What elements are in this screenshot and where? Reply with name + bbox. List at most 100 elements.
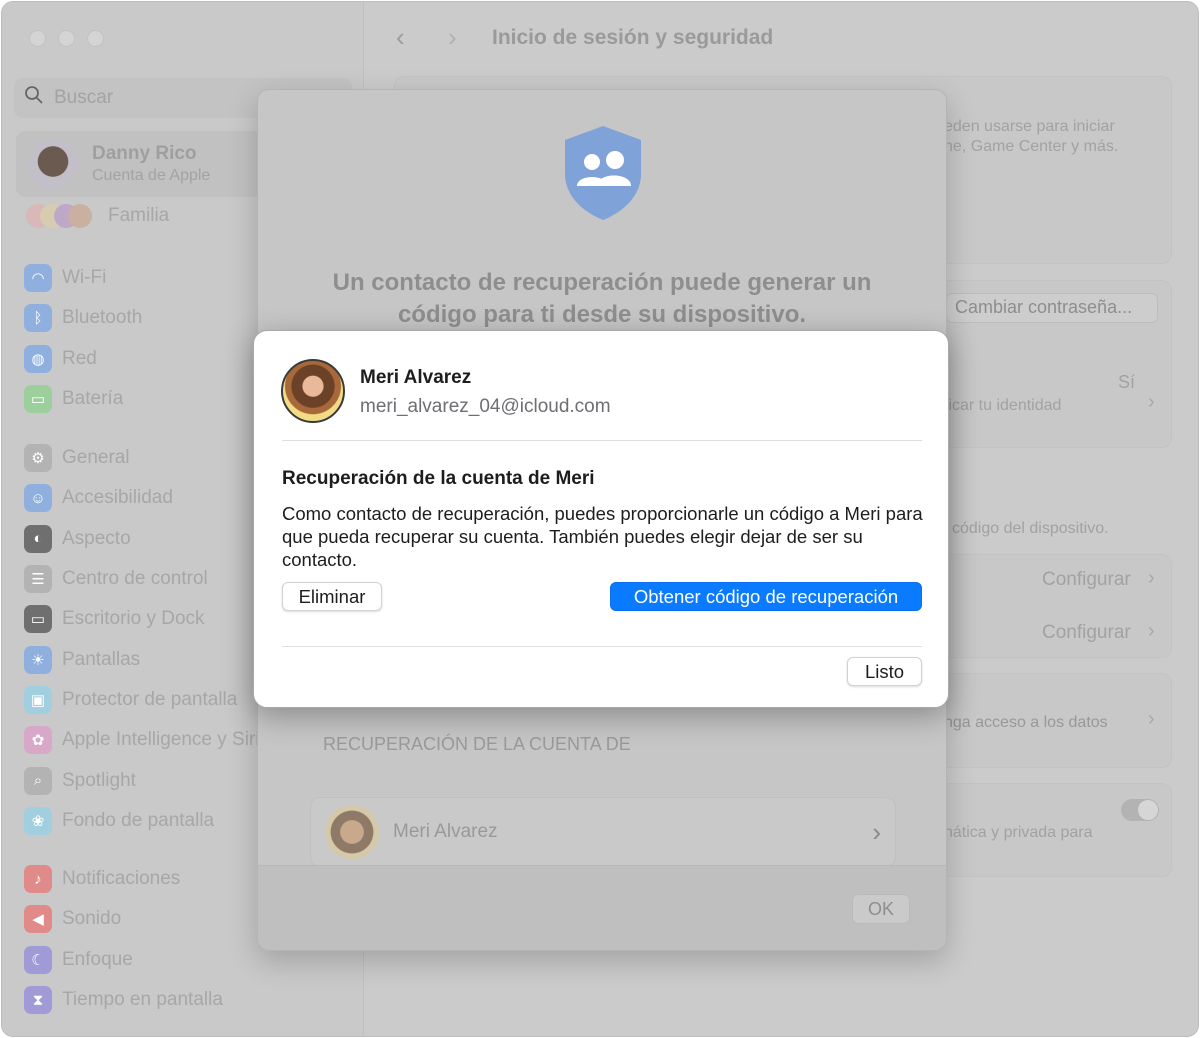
sidebar-item-fondo-de-pantalla[interactable]: ❀ Fondo de pantalla (24, 801, 260, 841)
minimize-window-button[interactable] (58, 30, 75, 47)
sun-icon: ☀ (24, 645, 52, 674)
avatar (281, 359, 345, 423)
divider (282, 440, 922, 441)
remove-button[interactable]: Eliminar (282, 582, 382, 611)
bg-text: l código del dispositivo. (944, 520, 1109, 537)
flower-icon: ❀ (24, 806, 52, 835)
sidebar-item-label: Wi-Fi (62, 267, 107, 289)
sidebar-item-apple-intelligence-y-siri[interactable]: ✿ Apple Intelligence y Siri (24, 720, 260, 760)
search-placeholder: Buscar (54, 87, 114, 108)
sidebar-item-spotlight[interactable]: ⌕ Spotlight (24, 760, 260, 800)
dock-icon: ▭ (24, 605, 52, 634)
sidebar-item-label: Enfoque (62, 948, 133, 970)
bg-text: ne, Game Center y más. (944, 138, 1119, 155)
sheet-heading: Un contacto de recuperación puede genera… (258, 267, 946, 331)
sidebar-item-label: Apple Intelligence y Siri (62, 729, 260, 751)
globe-icon: ◍ (24, 344, 52, 373)
close-window-button[interactable] (29, 30, 46, 47)
screensaver-icon: ▣ (24, 685, 52, 714)
sidebar-item-label: Batería (62, 388, 124, 410)
appearance-icon: ◐ (24, 524, 52, 553)
sidebar-item-enfoque[interactable]: ☾ Enfoque (24, 940, 223, 980)
toggle-switch[interactable] (1121, 799, 1159, 821)
sidebar-item-sonido[interactable]: ◀ Sonido (24, 899, 223, 939)
contact-name: Meri Alvarez (393, 821, 498, 842)
wifi-icon: ◠ (24, 264, 52, 293)
sidebar-item-label: Centro de control (62, 568, 208, 590)
page-title: Inicio de sesión y seguridad (492, 26, 774, 49)
sidebar-item-label: Notificaciones (62, 868, 181, 890)
family-avatars-icon (26, 204, 92, 228)
change-password-button[interactable]: Cambiar contraseña... (946, 293, 1158, 323)
dialog-body: Como contacto de recuperación, puedes pr… (282, 503, 923, 570)
siri-icon: ✿ (24, 726, 52, 755)
configure-button[interactable]: Configurar (1042, 569, 1131, 591)
sidebar-item-label: Protector de pantalla (62, 688, 238, 710)
sidebar-item-label: Accesibilidad (62, 487, 173, 509)
sidebar-item-tiempo-en-pantalla[interactable]: ⧗ Tiempo en pantalla (24, 980, 223, 1020)
sidebar-item-pantallas[interactable]: ☀ Pantallas (24, 639, 260, 679)
sidebar-item-label: Bluetooth (62, 307, 143, 329)
shield-people-icon (563, 124, 643, 227)
forward-button[interactable]: › (448, 22, 457, 53)
get-recovery-code-button[interactable]: Obtener código de recuperación (610, 582, 922, 611)
sidebar-item-label: Sonido (62, 908, 122, 930)
sidebar-item-escritorio-y-dock[interactable]: ▭ Escritorio y Dock (24, 599, 260, 639)
recovery-contact-dialog: Meri Alvarez meri_alvarez_04@icloud.com … (253, 330, 949, 708)
sheet-footer: OK (258, 865, 946, 950)
chevron-right-icon: › (1148, 567, 1155, 589)
zoom-window-button[interactable] (87, 30, 104, 47)
sidebar-item-label: Fondo de pantalla (62, 809, 215, 831)
sidebar-item-bater-a[interactable]: ▭ Batería (24, 379, 142, 419)
bg-text: nática y privada para (944, 824, 1093, 841)
avatar (325, 805, 379, 859)
configure-button[interactable]: Configurar (1042, 622, 1131, 644)
sidebar-item-label: Pantallas (62, 648, 141, 670)
account-name: Danny Rico (92, 143, 197, 164)
search-icon: ⌕ (24, 766, 52, 795)
divider (282, 646, 922, 647)
chevron-right-icon: › (1148, 708, 1155, 730)
sidebar-item-aspecto[interactable]: ◐ Aspecto (24, 519, 260, 559)
sidebar-item-general[interactable]: ⚙ General (24, 438, 260, 478)
sidebar-item-red[interactable]: ◍ Red (24, 339, 142, 379)
chevron-right-icon: › (872, 816, 881, 847)
bell-icon: ♪ (24, 865, 52, 894)
gear-icon: ⚙ (24, 444, 52, 473)
sidebar-item-protector-de-pantalla[interactable]: ▣ Protector de pantalla (24, 680, 260, 720)
sidebar-item-label: Aspecto (62, 527, 131, 549)
sidebar-item-notificaciones[interactable]: ♪ Notificaciones (24, 859, 223, 899)
contact-email: meri_alvarez_04@icloud.com (360, 396, 611, 417)
chevron-right-icon: › (1148, 391, 1155, 413)
recovery-contact-row[interactable]: Meri Alvarez › (310, 797, 896, 867)
accessibility-icon: ☺ (24, 484, 52, 513)
contact-name: Meri Alvarez (360, 367, 472, 388)
sidebar-item-centro-de-control[interactable]: ☰ Centro de control (24, 559, 260, 599)
family-label: Familia (108, 205, 170, 226)
sidebar-group-network: ◠ Wi-Fi ᛒ Bluetooth ◍ Red ▭ Batería (24, 258, 142, 419)
sidebar-item-label: General (62, 447, 130, 469)
battery-icon: ▭ (24, 385, 52, 414)
sidebar-group-system: ⚙ General ☺ Accesibilidad ◐ Aspecto ☰ Centro de… (24, 438, 260, 841)
done-button[interactable]: Listo (847, 657, 922, 686)
bg-text: Sí (1118, 372, 1136, 392)
avatar (28, 139, 78, 189)
bluetooth-icon: ᛒ (24, 304, 52, 333)
chevron-right-icon: › (1148, 620, 1155, 642)
back-button[interactable]: ‹ (396, 22, 405, 53)
sidebar-item-wi-fi[interactable]: ◠ Wi-Fi (24, 258, 142, 298)
search-icon (24, 85, 44, 111)
heading-line: código para ti desde su dispositivo. (397, 301, 807, 328)
sidebar-item-accesibilidad[interactable]: ☺ Accesibilidad (24, 478, 260, 518)
moon-icon: ☾ (24, 945, 52, 974)
account-subtitle: Cuenta de Apple (92, 167, 211, 184)
section-header: RECUPERACIÓN DE LA CUENTA DE (323, 734, 631, 754)
bg-text: eden usarse para iniciar (944, 118, 1115, 135)
ok-button[interactable]: OK (852, 894, 910, 924)
dialog-heading: Recuperación de la cuenta de Meri (282, 468, 595, 489)
sidebar-item-label: Spotlight (62, 769, 136, 791)
sidebar-item-bluetooth[interactable]: ᛒ Bluetooth (24, 298, 142, 338)
bg-text: ficar tu identidad (944, 397, 1062, 414)
speaker-icon: ◀ (24, 905, 52, 934)
sidebar-item-family[interactable]: Familia (26, 204, 169, 228)
